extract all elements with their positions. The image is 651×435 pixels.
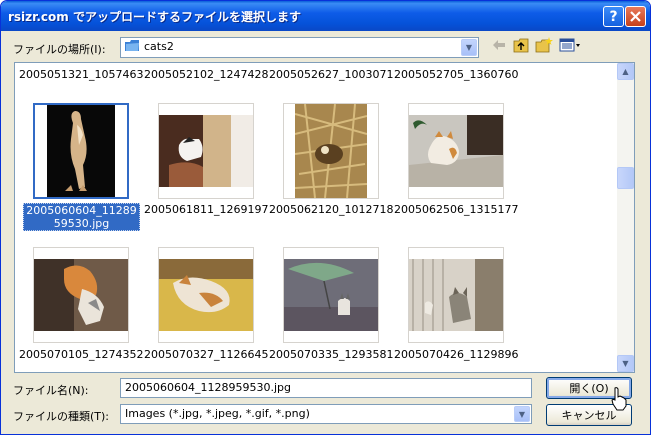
scroll-up-icon[interactable]: ▲ [617,63,634,80]
chevron-down-icon[interactable]: ▼ [461,39,477,56]
cat-photo-image [35,105,127,197]
file-item[interactable]: 2005062506_13151775... [394,103,519,233]
file-name[interactable]: 2005052705_13607602... [394,68,519,81]
scroll-thumb[interactable] [617,167,634,189]
file-name[interactable]: 2005051321_10574630... [19,68,144,81]
mouse-pointer-icon [611,387,627,411]
scroll-down-icon[interactable]: ▼ [617,355,634,372]
lookin-label: ファイルの場所(I): [13,43,106,56]
filename-field[interactable]: 2005060604_1128959530.jpg [120,378,532,398]
folder-icon [125,40,139,51]
file-name[interactable]: 2005052102_12474280... [144,68,269,81]
vertical-scrollbar[interactable]: ▲ ▼ [617,63,634,372]
file-open-dialog: rsizr.com でアップロードするファイルを選択します ? ファイルの場所(… [0,0,651,435]
file-item[interactable]: 2005070426_11298960... [394,247,519,372]
thumbnail [158,247,254,343]
thumbnail [283,247,379,343]
file-name[interactable]: 2005070327_11266452... [144,348,269,361]
thumbnail [408,247,504,343]
cat-photo-image [34,259,128,331]
close-icon [630,11,641,22]
new-folder-icon[interactable] [534,36,554,54]
lookin-combo[interactable]: cats2 ▼ [120,37,479,58]
view-menu-icon[interactable] [558,36,582,54]
file-name[interactable]: 2005062120_10127183... [269,203,394,216]
file-item[interactable]: 2005062120_10127183... [269,103,394,233]
thumbnail [283,103,379,199]
file-name-selected[interactable]: 2005060604_1128959530.jpg [23,203,140,231]
thumbnail [33,103,129,199]
title-bar[interactable]: rsizr.com でアップロードするファイルを選択します ? [1,1,650,31]
file-item[interactable]: 2005070105_12743523... [19,247,144,372]
filetype-value: Images (*.jpg, *.jpeg, *.gif, *.png) [125,407,310,420]
thumbnail [158,103,254,199]
up-folder-icon[interactable] [511,36,531,54]
thumbnail [33,247,129,343]
filename-label: ファイル名(N): [13,384,89,397]
filetype-combo[interactable]: Images (*.jpg, *.jpeg, *.gif, *.png) ▼ [120,404,532,424]
file-name[interactable]: 2005070426_11298960... [394,348,519,361]
dialog-title: rsizr.com でアップロードするファイルを選択します [8,10,301,24]
file-list[interactable]: 2005051321_10574630... 2005052102_124742… [14,62,635,373]
filetype-label: ファイルの種類(T): [13,410,110,423]
file-item[interactable]: 2005070335_12935812... [269,247,394,372]
thumbnail [408,103,504,199]
cat-photo-image [159,259,253,331]
help-button[interactable]: ? [603,6,624,27]
file-item[interactable]: 2005061811_12691970... [144,103,269,233]
cat-photo-image [284,259,378,331]
chevron-down-icon[interactable]: ▼ [514,406,530,422]
file-name[interactable]: 2005070105_12743523... [19,348,144,361]
file-item[interactable]: 2005070327_11266452... [144,247,269,372]
filename-value: 2005060604_1128959530.jpg [125,381,291,394]
file-name[interactable]: 2005070335_12935812... [269,348,394,361]
cat-photo-image [159,115,253,187]
file-name[interactable]: 2005061811_12691970... [144,203,269,216]
close-button[interactable] [625,6,646,27]
cat-photo-image [409,259,503,331]
back-arrow-icon[interactable] [489,36,509,54]
file-item-selected[interactable]: 2005060604_1128959530.jpg [19,103,144,233]
lookin-value: cats2 [144,40,174,53]
file-name[interactable]: 2005062506_13151775... [394,203,519,216]
file-name[interactable]: 2005052627_10030711... [269,68,394,81]
cat-photo-image [409,115,503,187]
cat-photo-image [295,104,367,198]
